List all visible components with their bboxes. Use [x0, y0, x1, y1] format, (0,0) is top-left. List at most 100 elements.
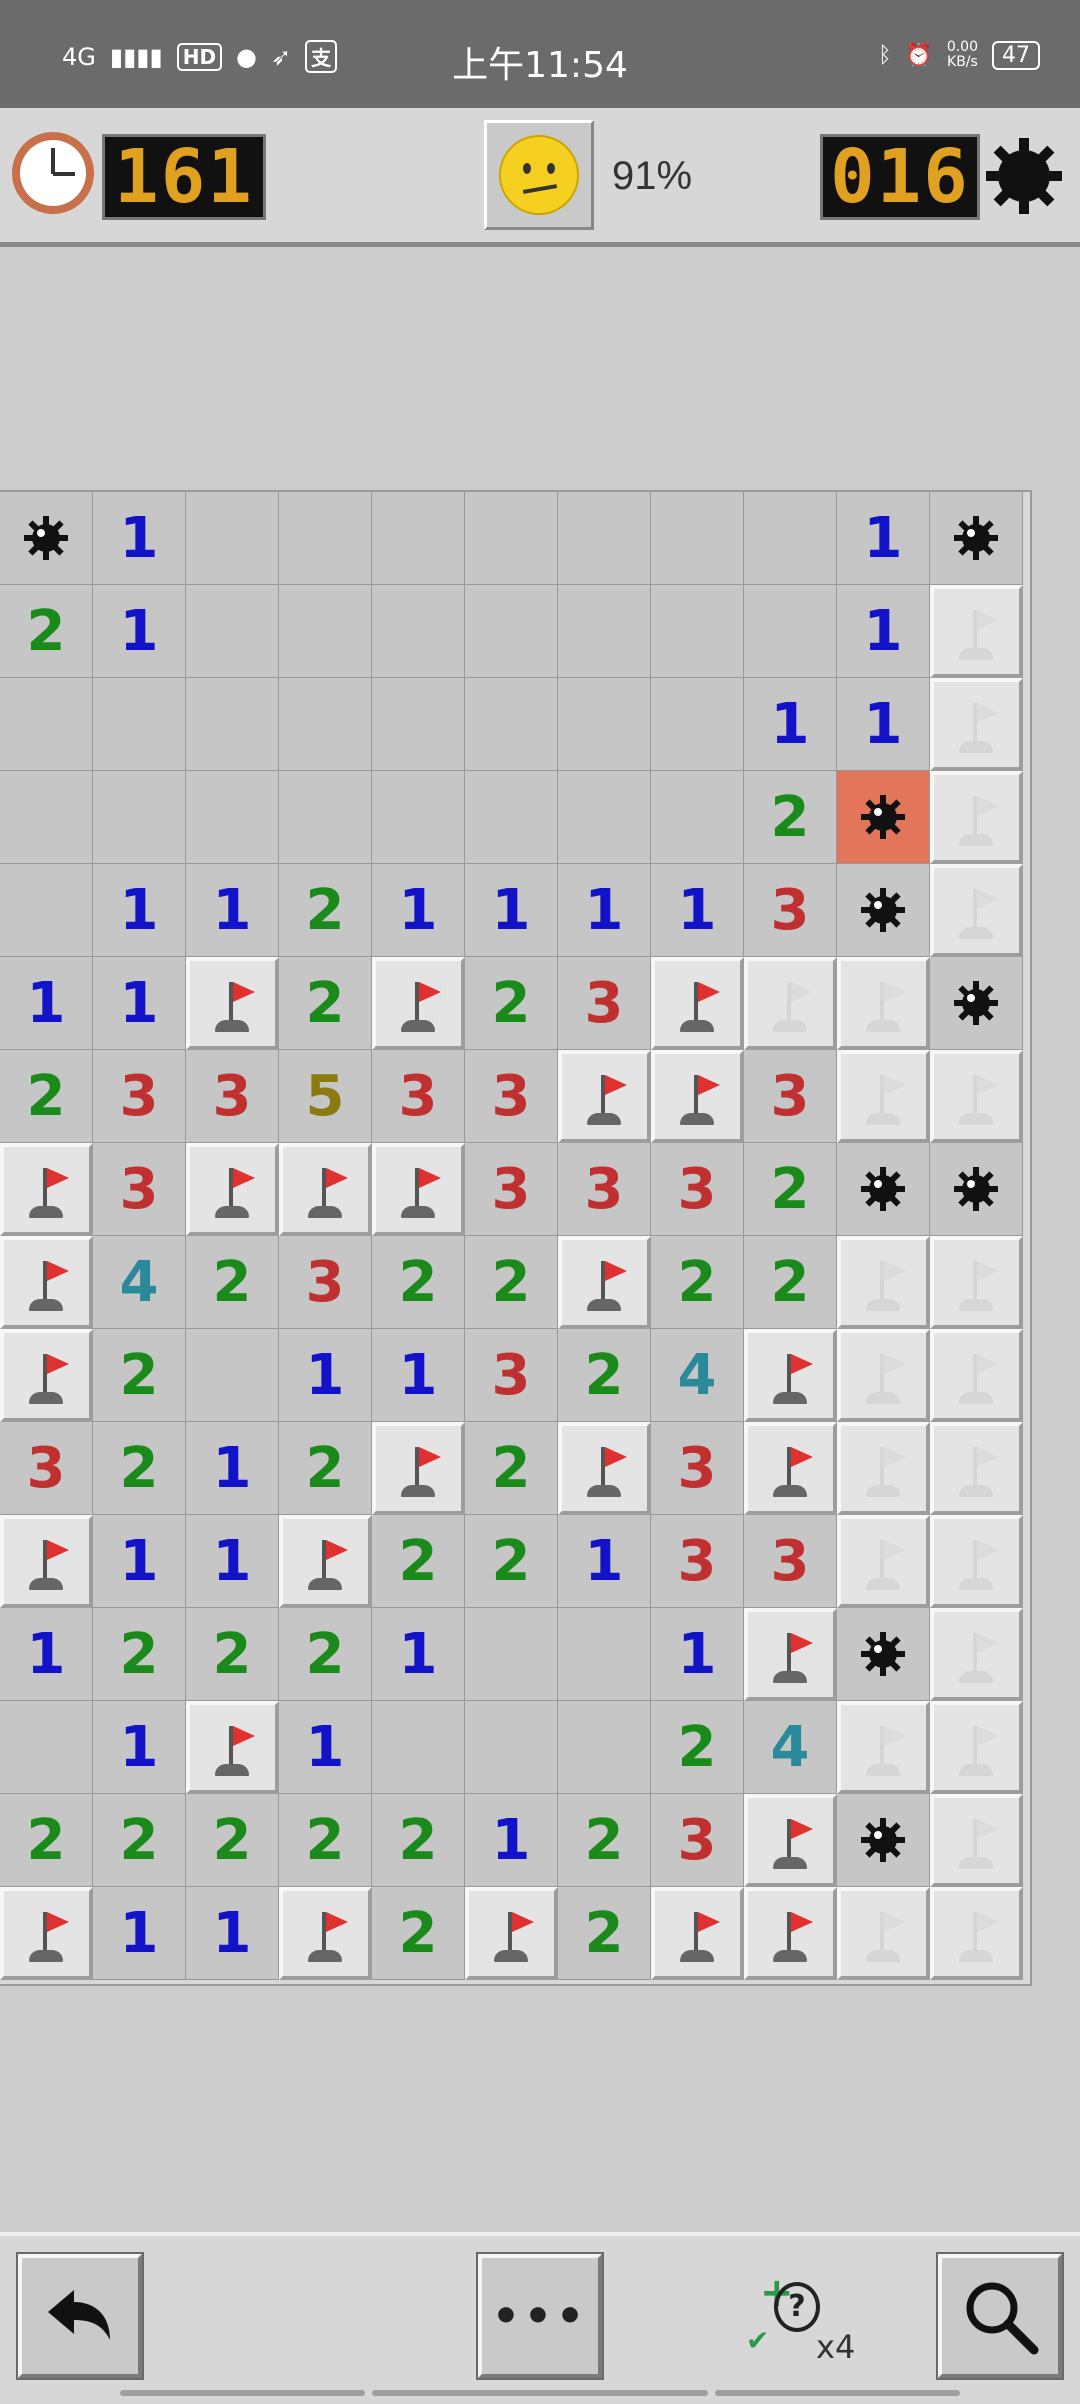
flagged-cell[interactable] — [186, 1701, 279, 1794]
unrevealed-flag-cell[interactable] — [930, 1050, 1023, 1143]
number-cell[interactable]: 2 — [279, 1422, 372, 1515]
empty-cell[interactable] — [744, 492, 837, 585]
unrevealed-flag-cell[interactable] — [930, 864, 1023, 957]
empty-cell[interactable] — [558, 678, 651, 771]
empty-cell[interactable] — [279, 771, 372, 864]
empty-cell[interactable] — [558, 1608, 651, 1701]
flagged-cell[interactable] — [744, 1422, 837, 1515]
hint-button[interactable]: + ? ✔ x4 — [746, 2270, 866, 2372]
empty-cell[interactable] — [186, 1329, 279, 1422]
unrevealed-flag-cell[interactable] — [837, 1515, 930, 1608]
unrevealed-flag-cell[interactable] — [837, 1050, 930, 1143]
mine-cell[interactable] — [0, 492, 93, 585]
number-cell[interactable]: 1 — [744, 678, 837, 771]
number-cell[interactable]: 2 — [93, 1422, 186, 1515]
unrevealed-flag-cell[interactable] — [930, 1887, 1023, 1980]
unrevealed-flag-cell[interactable] — [837, 1701, 930, 1794]
mine-cell[interactable] — [837, 1794, 930, 1887]
number-cell[interactable]: 3 — [93, 1143, 186, 1236]
empty-cell[interactable] — [558, 1701, 651, 1794]
empty-cell[interactable] — [372, 771, 465, 864]
empty-cell[interactable] — [279, 678, 372, 771]
flagged-cell[interactable] — [744, 1608, 837, 1701]
empty-cell[interactable] — [372, 492, 465, 585]
unrevealed-flag-cell[interactable] — [930, 1329, 1023, 1422]
number-cell[interactable]: 2 — [0, 585, 93, 678]
flagged-cell[interactable] — [0, 1515, 93, 1608]
number-cell[interactable]: 1 — [0, 957, 93, 1050]
unrevealed-flag-cell[interactable] — [837, 1887, 930, 1980]
smiley-face-button[interactable] — [484, 120, 594, 230]
number-cell[interactable]: 4 — [93, 1236, 186, 1329]
number-cell[interactable]: 1 — [558, 864, 651, 957]
empty-cell[interactable] — [558, 771, 651, 864]
number-cell[interactable]: 3 — [744, 1515, 837, 1608]
flagged-cell[interactable] — [465, 1887, 558, 1980]
mine-cell[interactable] — [837, 1143, 930, 1236]
empty-cell[interactable] — [465, 492, 558, 585]
number-cell[interactable]: 2 — [279, 957, 372, 1050]
empty-cell[interactable] — [186, 678, 279, 771]
number-cell[interactable]: 1 — [651, 1608, 744, 1701]
flagged-cell[interactable] — [186, 957, 279, 1050]
number-cell[interactable]: 1 — [372, 1329, 465, 1422]
number-cell[interactable]: 1 — [837, 492, 930, 585]
flagged-cell[interactable] — [0, 1329, 93, 1422]
flagged-cell[interactable] — [744, 1887, 837, 1980]
flagged-cell[interactable] — [558, 1050, 651, 1143]
empty-cell[interactable] — [651, 771, 744, 864]
number-cell[interactable]: 1 — [372, 1608, 465, 1701]
number-cell[interactable]: 2 — [744, 1236, 837, 1329]
unrevealed-flag-cell[interactable] — [930, 1608, 1023, 1701]
number-cell[interactable]: 3 — [744, 864, 837, 957]
number-cell[interactable]: 5 — [279, 1050, 372, 1143]
unrevealed-flag-cell[interactable] — [930, 1794, 1023, 1887]
flagged-cell[interactable] — [279, 1143, 372, 1236]
number-cell[interactable]: 2 — [279, 864, 372, 957]
number-cell[interactable]: 2 — [465, 1422, 558, 1515]
number-cell[interactable]: 2 — [744, 1143, 837, 1236]
number-cell[interactable]: 4 — [744, 1701, 837, 1794]
empty-cell[interactable] — [558, 492, 651, 585]
number-cell[interactable]: 1 — [0, 1608, 93, 1701]
unrevealed-flag-cell[interactable] — [837, 1329, 930, 1422]
empty-cell[interactable] — [465, 1608, 558, 1701]
flagged-cell[interactable] — [279, 1887, 372, 1980]
number-cell[interactable]: 2 — [93, 1329, 186, 1422]
number-cell[interactable]: 3 — [0, 1422, 93, 1515]
number-cell[interactable]: 3 — [744, 1050, 837, 1143]
unrevealed-flag-cell[interactable] — [930, 1422, 1023, 1515]
number-cell[interactable]: 3 — [651, 1515, 744, 1608]
number-cell[interactable]: 3 — [93, 1050, 186, 1143]
empty-cell[interactable] — [186, 585, 279, 678]
number-cell[interactable]: 2 — [558, 1887, 651, 1980]
unrevealed-flag-cell[interactable] — [837, 957, 930, 1050]
empty-cell[interactable] — [186, 492, 279, 585]
empty-cell[interactable] — [372, 678, 465, 771]
number-cell[interactable]: 2 — [372, 1515, 465, 1608]
number-cell[interactable]: 2 — [651, 1701, 744, 1794]
number-cell[interactable]: 1 — [837, 678, 930, 771]
flagged-cell[interactable] — [558, 1422, 651, 1515]
number-cell[interactable]: 2 — [558, 1794, 651, 1887]
number-cell[interactable]: 2 — [465, 957, 558, 1050]
number-cell[interactable]: 3 — [372, 1050, 465, 1143]
unrevealed-flag-cell[interactable] — [930, 678, 1023, 771]
empty-cell[interactable] — [279, 492, 372, 585]
number-cell[interactable]: 2 — [186, 1236, 279, 1329]
empty-cell[interactable] — [0, 1701, 93, 1794]
number-cell[interactable]: 2 — [186, 1608, 279, 1701]
number-cell[interactable]: 2 — [465, 1515, 558, 1608]
mine-cell[interactable] — [930, 492, 1023, 585]
flagged-cell[interactable] — [651, 957, 744, 1050]
flagged-cell[interactable] — [0, 1143, 93, 1236]
undo-button[interactable] — [16, 2252, 144, 2380]
flagged-cell[interactable] — [279, 1515, 372, 1608]
flagged-cell[interactable] — [372, 1422, 465, 1515]
flagged-cell[interactable] — [651, 1887, 744, 1980]
unrevealed-flag-cell[interactable] — [744, 957, 837, 1050]
unrevealed-flag-cell[interactable] — [837, 1236, 930, 1329]
number-cell[interactable]: 1 — [93, 585, 186, 678]
number-cell[interactable]: 3 — [651, 1422, 744, 1515]
number-cell[interactable]: 1 — [279, 1329, 372, 1422]
